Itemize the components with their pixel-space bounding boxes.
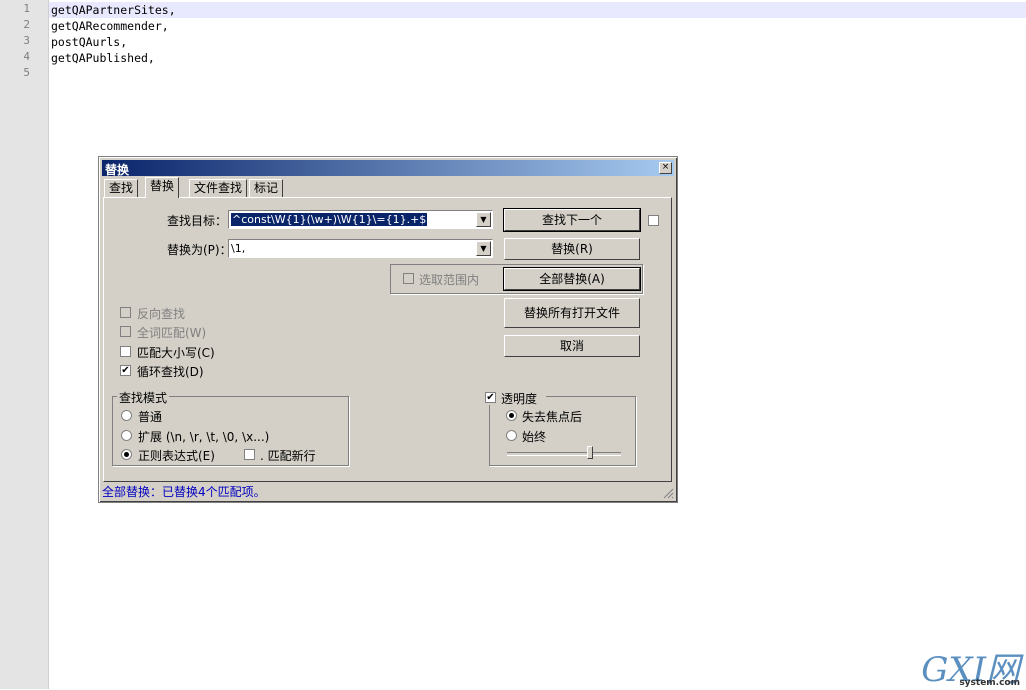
line-number: 1 <box>23 2 30 15</box>
match-case-checkbox[interactable] <box>120 346 131 357</box>
code-line[interactable]: postQAurls, <box>49 34 1026 50</box>
tab-find-in-files[interactable]: 文件查找 <box>189 179 248 197</box>
mode-regex-label: 正则表达式(E) <box>138 449 215 463</box>
replace-input[interactable]: \1, ▼ <box>228 239 493 258</box>
dot-newline-checkbox[interactable] <box>244 449 255 460</box>
whole-word-label: 全词匹配(W) <box>137 326 207 340</box>
transparency-lose-focus-radio[interactable] <box>506 410 517 421</box>
find-label: 查找目标： <box>167 214 228 228</box>
replace-all-button[interactable]: 全部替换(A) <box>503 267 641 291</box>
wrap-around-checkbox[interactable]: ✔ <box>120 365 131 376</box>
dot-newline-label: . 匹配新行 <box>260 449 316 463</box>
mode-regex-radio[interactable] <box>121 449 132 460</box>
code-text[interactable]: getQAPartnerSites, getQARecommender, pos… <box>49 0 1026 120</box>
transparency-label: 透明度 <box>501 392 538 406</box>
line-number: 2 <box>23 18 30 31</box>
backward-checkbox[interactable] <box>120 307 131 318</box>
wrap-around-label: 循环查找(D) <box>137 365 204 379</box>
code-line[interactable]: getQAPublished, <box>49 50 1026 66</box>
code-line[interactable]: getQARecommender, <box>49 18 1026 34</box>
replace-button[interactable]: 替换(R) <box>504 238 640 260</box>
mode-extended-label: 扩展 (\n, \r, \t, \0, \x...) <box>138 430 270 444</box>
transparency-slider-thumb[interactable] <box>587 446 594 459</box>
close-icon[interactable]: × <box>659 162 672 174</box>
tab-replace[interactable]: 替换 <box>145 177 180 198</box>
replace-dialog: 替换 × 查找 替换 文件查找 标记 查找目标： ^const\W{1}(\w+… <box>98 156 678 503</box>
find-next-button[interactable]: 查找下一个 <box>503 208 641 232</box>
mode-extended-radio[interactable] <box>121 430 132 441</box>
in-selection-checkbox[interactable] <box>403 273 414 284</box>
transparency-always-label: 始终 <box>522 430 547 444</box>
tab-mark[interactable]: 标记 <box>249 179 284 197</box>
match-case-label: 匹配大小写(C) <box>137 346 215 360</box>
transparency-slider-track[interactable] <box>507 452 621 456</box>
tab-find[interactable]: 查找 <box>104 179 139 197</box>
line-number-gutter: 1 2 3 4 5 <box>0 0 49 689</box>
whole-word-checkbox[interactable] <box>120 326 131 337</box>
line-number: 5 <box>23 66 30 79</box>
resize-grip-icon[interactable] <box>662 487 674 499</box>
code-line[interactable] <box>49 66 1026 82</box>
watermark-subtext: system.com <box>959 678 1020 688</box>
replace-all-open-files-button[interactable]: 替换所有打开文件 <box>504 298 640 328</box>
line-number: 3 <box>23 34 30 47</box>
chevron-down-icon[interactable]: ▼ <box>476 241 491 256</box>
find-next-direction-checkbox[interactable] <box>648 215 659 226</box>
status-message: 全部替换：已替换4个匹配项。 <box>102 485 266 499</box>
mode-normal-radio[interactable] <box>121 410 132 421</box>
backward-label: 反向查找 <box>137 307 186 321</box>
cancel-button[interactable]: 取消 <box>504 335 640 357</box>
code-line[interactable]: getQAPartnerSites, <box>49 2 1026 18</box>
search-mode-title: 查找模式 <box>117 389 170 406</box>
dialog-title: 替换 <box>105 163 130 177</box>
transparency-lose-focus-label: 失去焦点后 <box>522 410 583 424</box>
find-input[interactable]: ^const\W{1}(\w+)\W{1}\={1}.+$ ▼ <box>228 210 493 229</box>
in-selection-label: 选取范围内 <box>419 273 480 287</box>
line-number: 4 <box>23 50 30 63</box>
mode-normal-label: 普通 <box>138 410 163 424</box>
transparency-checkbox[interactable]: ✔ <box>485 392 496 403</box>
transparency-always-radio[interactable] <box>506 430 517 441</box>
chevron-down-icon[interactable]: ▼ <box>476 212 491 227</box>
find-input-value: ^const\W{1}(\w+)\W{1}\={1}.+$ <box>231 213 428 226</box>
replace-input-value: \1, <box>231 242 246 255</box>
replace-label: 替换为(P)： <box>167 243 232 257</box>
dialog-titlebar[interactable]: 替换 × <box>102 160 674 177</box>
